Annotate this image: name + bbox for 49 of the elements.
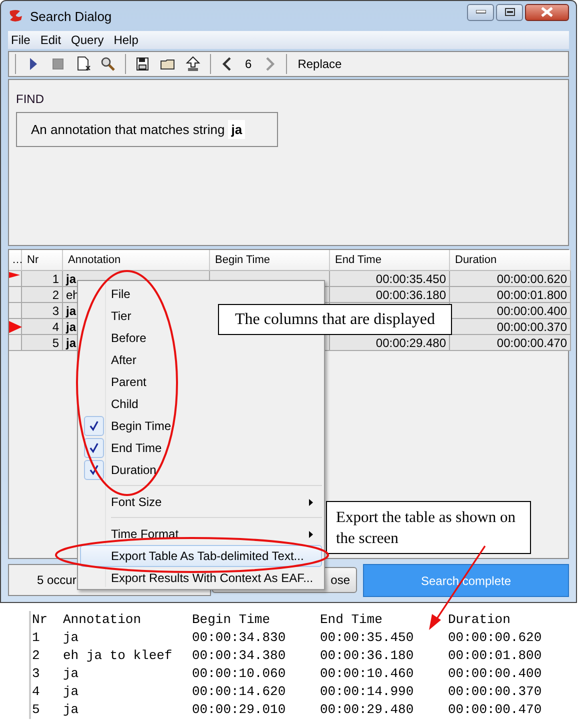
preview-cell-text: ja [63,701,80,719]
preview-header: Begin Time [192,611,272,629]
preview-cell-text: 00:00:34.380 [192,647,287,665]
callout: The columns that are displayed [218,304,452,335]
preview-cell-text: eh ja to kleef [63,647,174,665]
preview-cell-text: 00:00:00.620 [448,629,543,647]
section-label: FIND [16,92,45,106]
table-cell: 5 [22,335,63,351]
preview-cell-text: 00:00:36.180 [320,647,415,665]
preview-cell-text: 00:00:00.370 [448,683,543,701]
table-cell: 00:00:29.480 [330,335,450,351]
preview-header: Duration [448,611,512,629]
preview-cell-text: 3 [32,665,41,683]
preview-cell-text: 4 [32,683,41,701]
page-number: 6 [245,57,252,71]
preview-cell-text: 00:00:00.400 [448,665,543,683]
preview-cell-text: 00:00:34.830 [192,629,287,647]
preview-cell-text: 5 [32,701,41,719]
preview-cell-text: ja [63,629,80,647]
table-cell: 2 [22,287,63,303]
preview-header: Nr [32,611,49,629]
preview-cell-text: 00:00:10.460 [320,665,415,683]
preview-cell-text: 1 [32,629,41,647]
table-cell: 00:00:01.800 [450,287,571,303]
preview-cell-text: 00:00:14.990 [320,683,415,701]
preview-cell-text: 00:00:00.470 [448,701,543,719]
preview-cell-text: 00:00:29.480 [320,701,415,719]
preview-header: Annotation [63,611,142,629]
table-cell: 1 [22,271,63,287]
preview-cell-text: 2 [32,647,41,665]
table-cell: 00:00:36.180 [330,287,450,303]
preview-cell-text: 00:00:29.010 [192,701,287,719]
table-cell: 4 [22,319,63,335]
preview-cell-text: 00:00:10.060 [192,665,287,683]
progress-text: Search complete [420,574,512,588]
table-cell: 00:00:00.470 [450,335,571,351]
preview-cell-text: ja [63,683,80,701]
preview-cell-text: ja [63,665,80,683]
preview-cell-text: 00:00:14.620 [192,683,287,701]
table-cell: 00:00:00.370 [450,319,571,335]
window-title: Search Dialog [30,8,112,24]
callout: Export the table as shown on the screen [326,501,531,554]
table-cell: 00:00:00.620 [450,271,571,287]
preview-cell-text: 00:00:35.450 [320,629,415,647]
preview-cell-text: 00:00:01.800 [448,647,543,665]
table-cell: 3 [22,303,63,319]
table-cell: 00:00:00.400 [450,303,571,319]
preview-header: End Time [320,611,384,629]
table-cell: 00:00:35.450 [330,271,450,287]
